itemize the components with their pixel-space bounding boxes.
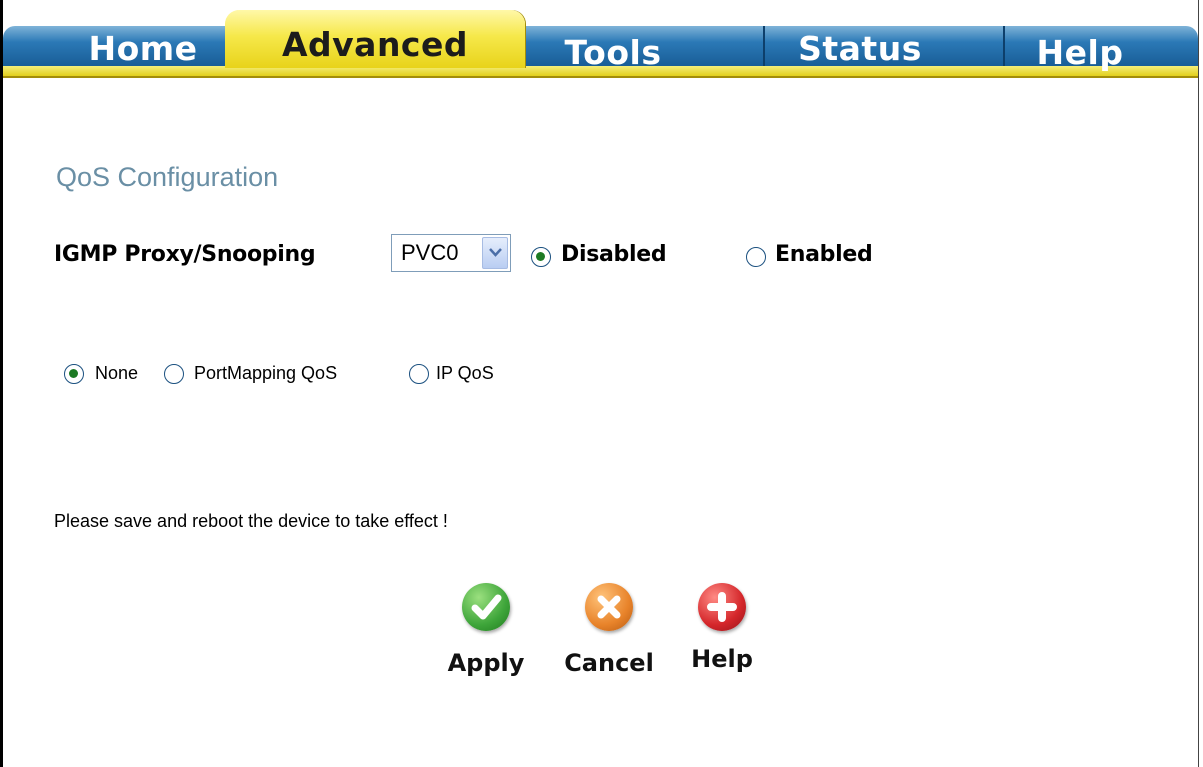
pvc-select[interactable]: PVC0	[391, 234, 511, 272]
cancel-button[interactable]: Cancel	[564, 577, 654, 677]
top-nav: Home Advanced Tools Status Help	[3, 4, 1198, 80]
x-icon	[585, 583, 633, 631]
qos-none-radio[interactable]	[64, 364, 84, 384]
qos-portmapping-label: PortMapping QoS	[194, 363, 338, 383]
help-button[interactable]: Help	[677, 577, 767, 677]
plus-icon	[698, 583, 746, 631]
check-icon	[462, 583, 510, 631]
tab-status[interactable]: Status	[763, 26, 955, 68]
page-title: QoS Configuration	[56, 162, 279, 192]
apply-label: Apply	[447, 649, 525, 677]
tab-help[interactable]: Help	[1003, 26, 1155, 72]
igmp-disabled-label: Disabled	[561, 242, 667, 267]
reboot-notice: Please save and reboot the device to tak…	[54, 511, 448, 531]
tab-advanced[interactable]: Advanced	[225, 10, 525, 68]
igmp-disabled-radio[interactable]	[531, 247, 551, 267]
igmp-enabled-radio[interactable]	[746, 247, 766, 267]
qos-portmapping-radio[interactable]	[164, 364, 184, 384]
qos-none-label: None	[95, 363, 139, 383]
qos-ip-radio[interactable]	[409, 364, 429, 384]
cancel-label: Cancel	[564, 649, 654, 677]
igmp-enabled-label: Enabled	[775, 242, 873, 267]
tab-home[interactable]: Home	[63, 26, 223, 68]
tab-tools[interactable]: Tools	[528, 26, 698, 72]
chevron-down-icon[interactable]	[482, 237, 508, 269]
apply-button[interactable]: Apply	[441, 577, 531, 677]
igmp-label: IGMP Proxy/Snooping	[54, 242, 316, 267]
help-label: Help	[691, 645, 753, 673]
qos-ip-label: IP QoS	[436, 363, 494, 383]
pvc-select-value: PVC0	[401, 240, 459, 265]
